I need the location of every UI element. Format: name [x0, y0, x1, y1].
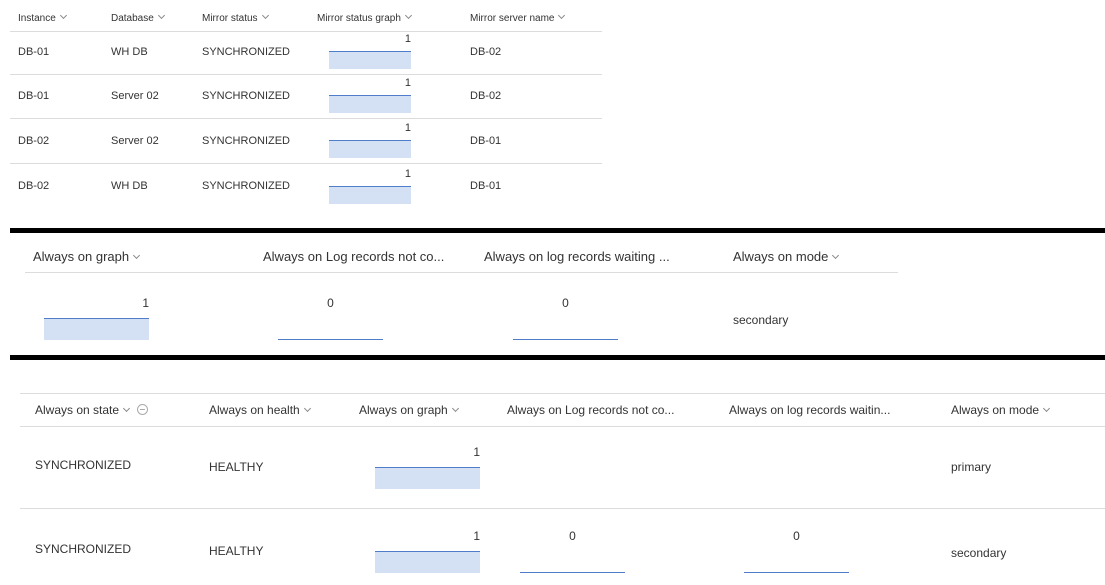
column-header-always-on-mode[interactable]: Always on mode — [951, 403, 1051, 417]
status-cell: SYNCHRONIZED — [202, 90, 291, 102]
column-header-mirror-status-graph[interactable]: Mirror status graph — [317, 11, 412, 24]
log-waiting-graph: 0 — [513, 296, 618, 340]
log-not-committed-graph: 0 — [520, 529, 625, 573]
chevron-down-icon — [261, 11, 269, 20]
column-header-log-waiting[interactable]: Always on log records waiting ... — [484, 249, 670, 264]
server-name-cell: DB-01 — [470, 180, 502, 192]
mirror-status-graph: 1 — [329, 77, 411, 113]
chevron-down-icon — [123, 404, 131, 413]
server-name-cell: DB-01 — [470, 135, 502, 147]
table-top-border — [20, 393, 1105, 394]
column-header-always-on-mode[interactable]: Always on mode — [733, 249, 840, 264]
status-cell: SYNCHRONIZED — [202, 46, 291, 58]
column-header-log-not-committed[interactable]: Always on Log records not co... — [507, 403, 674, 417]
header-divider — [20, 426, 1105, 427]
mirror-status-graph: 1 — [329, 33, 411, 69]
instance-cell: DB-01 — [18, 90, 50, 102]
column-header-always-on-graph[interactable]: Always on graph — [33, 249, 141, 264]
column-header-always-on-state[interactable]: Always on state — [35, 403, 149, 417]
database-cell: Server 02 — [111, 90, 159, 102]
status-cell: SYNCHRONIZED — [202, 135, 291, 147]
mirror-status-graph: 1 — [329, 168, 411, 204]
status-cell: SYNCHRONIZED — [202, 180, 291, 192]
database-cell: WH DB — [111, 46, 148, 58]
server-name-cell: DB-02 — [470, 46, 502, 58]
column-header-always-on-health[interactable]: Always on health — [209, 403, 311, 417]
chevron-down-icon — [1043, 404, 1051, 413]
column-header-instance[interactable]: Instance — [18, 11, 67, 24]
log-waiting-graph: 0 — [744, 529, 849, 573]
chevron-down-icon — [157, 11, 165, 20]
always-on-graph: 1 — [44, 296, 149, 340]
chevron-down-icon — [832, 251, 840, 260]
section-divider — [10, 355, 1105, 360]
health-cell: HEALTHY — [209, 544, 264, 558]
instance-cell: DB-02 — [18, 135, 50, 147]
chevron-down-icon — [558, 11, 566, 20]
header-divider — [25, 272, 898, 273]
health-cell: HEALTHY — [209, 460, 264, 474]
mode-cell: secondary — [951, 546, 1007, 560]
state-cell: SYNCHRONIZED — [35, 542, 132, 556]
always-on-graph: 1 — [375, 529, 480, 573]
chevron-down-icon — [303, 404, 311, 413]
column-header-mirror-server-name[interactable]: Mirror server name — [470, 11, 566, 24]
column-header-log-waiting[interactable]: Always on log records waitin... — [729, 403, 890, 417]
chevron-down-icon — [451, 404, 459, 413]
server-name-cell: DB-02 — [470, 90, 502, 102]
chevron-down-icon — [404, 11, 412, 20]
section-divider — [10, 228, 1105, 233]
column-header-database[interactable]: Database — [111, 11, 165, 24]
chevron-down-icon — [59, 11, 67, 20]
database-cell: Server 02 — [111, 135, 159, 147]
column-header-log-not-committed[interactable]: Always on Log records not co... — [263, 249, 444, 264]
mirror-status-graph: 1 — [329, 122, 411, 158]
column-header-mirror-status[interactable]: Mirror status — [202, 11, 269, 24]
log-not-committed-graph: 0 — [278, 296, 383, 340]
header-divider — [10, 31, 602, 32]
instance-cell: DB-02 — [18, 180, 50, 192]
column-header-always-on-graph[interactable]: Always on graph — [359, 403, 459, 417]
mode-cell: secondary — [733, 313, 789, 327]
mode-cell: primary — [951, 460, 992, 474]
always-on-graph: 1 — [375, 445, 480, 489]
chevron-down-icon — [133, 251, 141, 260]
database-cell: WH DB — [111, 180, 148, 192]
sort-clear-icon[interactable] — [137, 404, 149, 415]
instance-cell: DB-01 — [18, 46, 50, 58]
state-cell: SYNCHRONIZED — [35, 458, 132, 472]
